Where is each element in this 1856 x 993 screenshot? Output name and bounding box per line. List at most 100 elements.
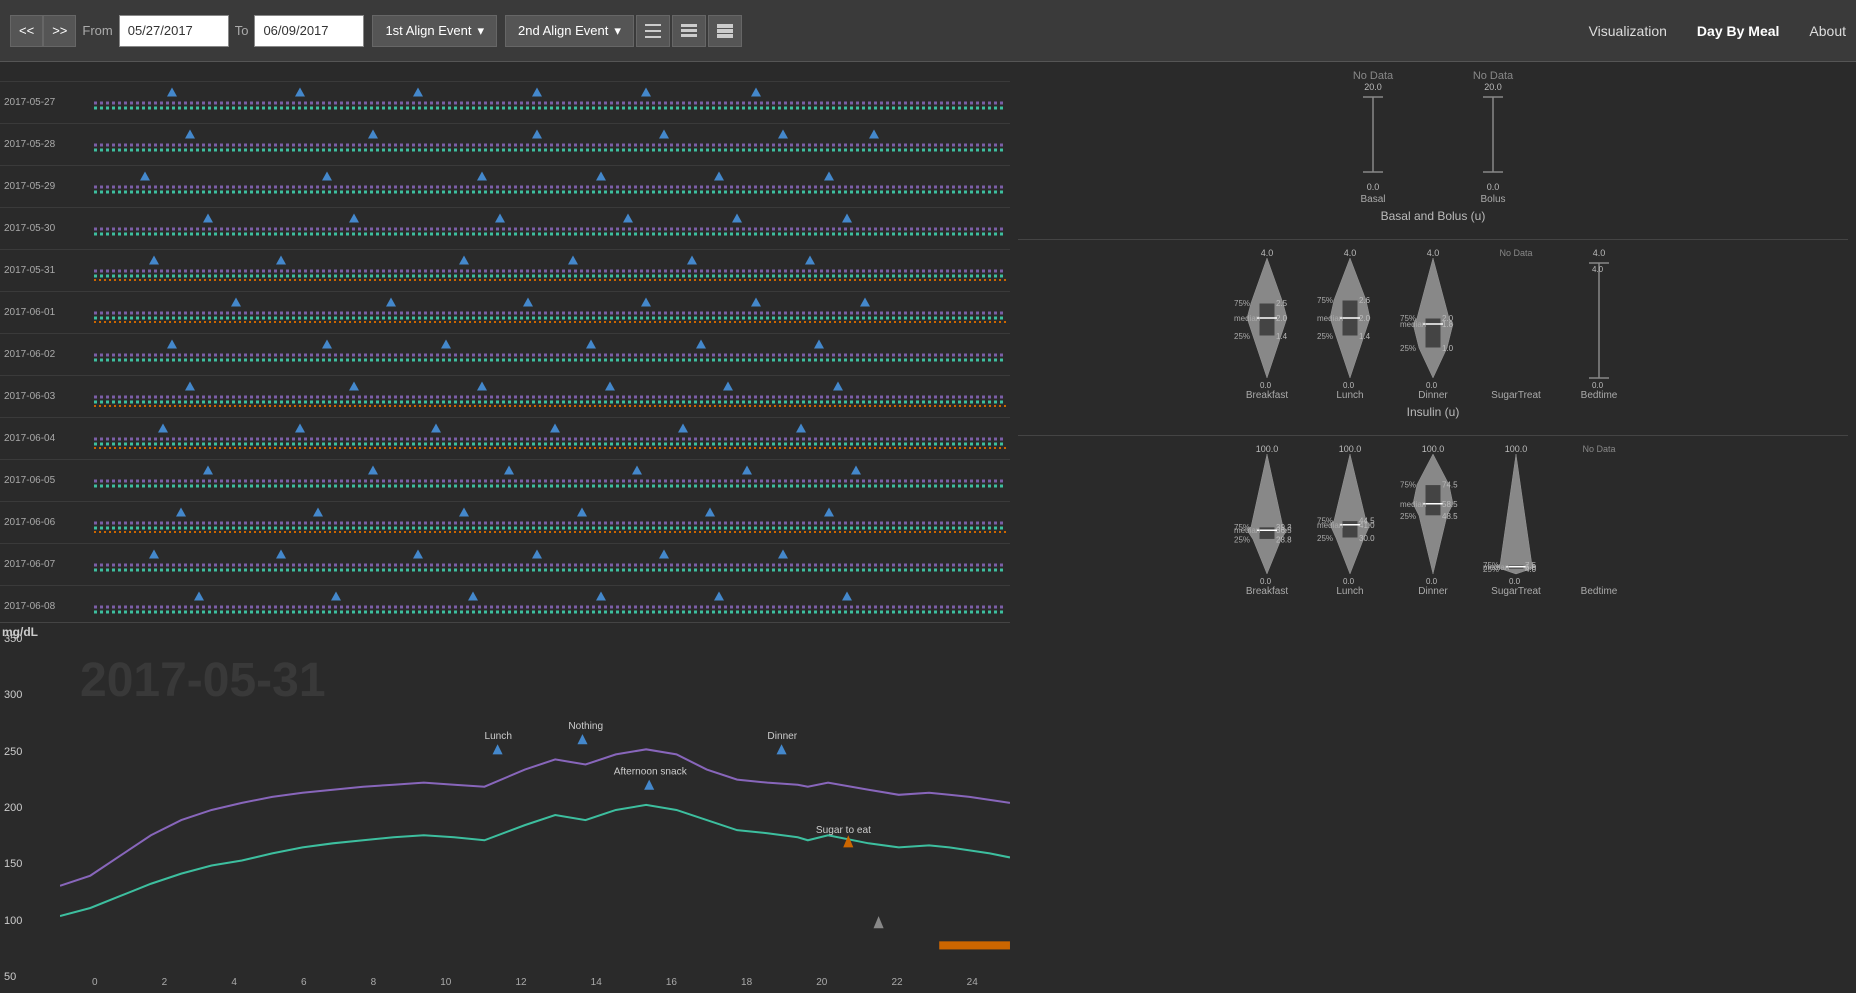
main-layout: 0:002:004:006:008:00 10:0012:0014:0016:0… — [0, 62, 1856, 993]
view-compact-btn[interactable] — [636, 15, 670, 47]
timeline-row-2017-05-29: 2017-05-29 — [0, 166, 1010, 208]
view-medium-btn[interactable] — [672, 15, 706, 47]
meal-marker — [441, 339, 451, 348]
y-tick-50: 50 — [4, 971, 56, 983]
violin-top-val: 100.0 — [1339, 444, 1362, 454]
violin-item-SugarTreat: 100.075%7.5median6.025%4.00.0SugarTreat — [1479, 444, 1554, 597]
svg-text:0.0: 0.0 — [1592, 381, 1604, 388]
from-date-input[interactable] — [119, 15, 229, 47]
row-chart-2017-05-31[interactable] — [94, 253, 1006, 289]
nav-about[interactable]: About — [1809, 23, 1846, 39]
row-date-label: 2017-05-27 — [4, 97, 94, 108]
row-date-label: 2017-06-06 — [4, 517, 94, 528]
violin-svg: 75%74.5median58.525%48.50.0 — [1398, 454, 1468, 584]
detail-chart-svg: Lunch Nothing Afternoon snack Dinner Sug… — [60, 623, 1010, 957]
meal-marker — [431, 423, 441, 432]
svg-text:4.0: 4.0 — [1592, 265, 1604, 274]
align1-dropdown[interactable]: 1st Align Event ▾ — [372, 15, 497, 47]
meal-marker — [778, 549, 788, 558]
violin-svg: 75%44.5median41.025%30.00.0 — [1315, 454, 1385, 584]
meal-marker — [778, 129, 788, 138]
glucose-section: 100.075%39.3median36.525%28.80.0Breakfas… — [1018, 444, 1848, 597]
row-chart-2017-06-03[interactable] — [94, 379, 1006, 415]
nav-day-by-meal[interactable]: Day By Meal — [1697, 23, 1779, 39]
violin-top-val: No Data — [1499, 248, 1532, 258]
svg-text:2.6: 2.6 — [1359, 296, 1371, 305]
view-large-btn[interactable] — [708, 15, 742, 47]
meal-marker — [167, 87, 177, 96]
meal-marker — [185, 129, 195, 138]
row-chart-2017-05-28[interactable] — [94, 127, 1006, 163]
row-chart-2017-05-27[interactable] — [94, 85, 1006, 121]
svg-text:1.8: 1.8 — [1442, 320, 1454, 329]
violin-item-SugarTreat: No DataSugarTreat — [1479, 248, 1554, 401]
violin-meal-label: SugarTreat — [1491, 586, 1541, 597]
meal-marker — [368, 129, 378, 138]
meal-marker — [149, 255, 159, 264]
svg-text:36.5: 36.5 — [1276, 526, 1292, 535]
align2-dropdown[interactable]: 2nd Align Event ▾ — [505, 15, 634, 47]
svg-text:Dinner: Dinner — [767, 731, 797, 742]
row-date-label: 2017-06-04 — [4, 433, 94, 444]
svg-text:Afternoon snack: Afternoon snack — [614, 767, 688, 778]
svg-text:median: median — [1400, 320, 1426, 329]
row-chart-2017-06-07[interactable] — [94, 547, 1006, 583]
row-chart-2017-06-08[interactable] — [94, 589, 1006, 623]
basal-bottom-val: 0.0 — [1367, 182, 1380, 192]
bolus-violin-item: No Data 20.0 0.0 Bolus — [1443, 70, 1543, 205]
violin-item-Breakfast: 4.075%2.5median2.025%1.40.0Breakfast — [1230, 248, 1305, 401]
row-chart-2017-06-02[interactable] — [94, 337, 1006, 373]
violin-meal-label: Dinner — [1418, 586, 1447, 597]
meal-marker — [659, 549, 669, 558]
violin-top-val: 100.0 — [1505, 444, 1528, 454]
svg-text:75%: 75% — [1317, 296, 1333, 305]
row-date-label: 2017-05-29 — [4, 181, 94, 192]
meal-marker — [276, 549, 286, 558]
row-chart-2017-06-05[interactable] — [94, 463, 1006, 499]
violin-item-Bedtime: No DataBedtime — [1562, 444, 1637, 597]
violin-svg: 75%2.0median1.825%1.00.0 — [1398, 258, 1468, 388]
meal-marker — [203, 213, 213, 222]
time-axis: 0:002:004:006:008:00 10:0012:0014:0016:0… — [94, 62, 1006, 64]
violin-top-val: 100.0 — [1422, 444, 1445, 454]
row-chart-2017-06-01[interactable] — [94, 295, 1006, 331]
svg-text:58.5: 58.5 — [1442, 500, 1458, 509]
row-chart-2017-05-29[interactable] — [94, 169, 1006, 205]
svg-text:74.5: 74.5 — [1442, 481, 1458, 490]
svg-text:1.4: 1.4 — [1359, 332, 1371, 341]
right-panel: No Data 20.0 0.0 Basal No Data 20.0 — [1010, 62, 1856, 993]
meal-marker — [842, 213, 852, 222]
meal-marker — [723, 381, 733, 390]
svg-text:2.0: 2.0 — [1276, 314, 1288, 323]
to-date-input[interactable] — [254, 15, 364, 47]
basal-bolus-title: Basal and Bolus (u) — [1018, 209, 1848, 223]
meal-marker — [659, 129, 669, 138]
next-button[interactable]: >> — [43, 15, 76, 47]
meal-marker — [586, 339, 596, 348]
meal-marker — [860, 297, 870, 306]
svg-text:25%: 25% — [1317, 332, 1333, 341]
row-chart-2017-06-06[interactable] — [94, 505, 1006, 541]
meal-marker — [276, 255, 286, 264]
timeline-row-2017-06-08: 2017-06-08 — [0, 586, 1010, 622]
row-date-label: 2017-05-28 — [4, 139, 94, 150]
meal-marker — [386, 297, 396, 306]
nav-visualization[interactable]: Visualization — [1589, 23, 1667, 39]
row-chart-2017-06-04[interactable] — [94, 421, 1006, 457]
violin-top-val: 4.0 — [1593, 248, 1606, 258]
meal-marker — [814, 339, 824, 348]
svg-text:2.0: 2.0 — [1359, 314, 1371, 323]
meal-marker — [705, 507, 715, 516]
meal-marker — [824, 507, 834, 516]
meal-marker — [468, 591, 478, 600]
timeline-container: 0:002:004:006:008:00 10:0012:0014:0016:0… — [0, 62, 1010, 622]
svg-text:median: median — [1234, 314, 1260, 323]
prev-button[interactable]: << — [10, 15, 43, 47]
svg-text:25%: 25% — [1400, 512, 1416, 521]
timeline-row-2017-06-03: 2017-06-03 — [0, 376, 1010, 418]
row-chart-2017-05-30[interactable] — [94, 211, 1006, 247]
meal-marker — [678, 423, 688, 432]
meal-marker — [504, 465, 514, 474]
svg-text:median: median — [1400, 500, 1426, 509]
meal-marker — [714, 171, 724, 180]
